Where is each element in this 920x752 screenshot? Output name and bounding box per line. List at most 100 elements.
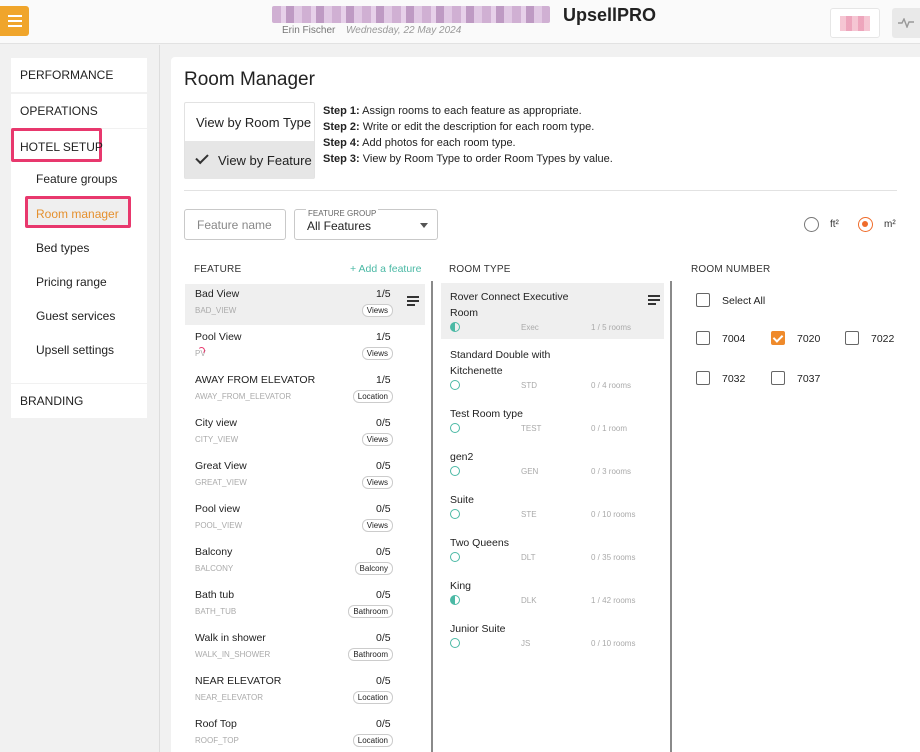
- feature-row[interactable]: Balcony BALCONY 0/5 Balcony: [185, 542, 425, 583]
- app-name: UpsellPRO: [563, 5, 657, 25]
- feature-row[interactable]: Pool view POOL_VIEW 0/5 Views: [185, 499, 425, 540]
- user-name: Erin Fischer: [282, 25, 336, 36]
- sidebar-item-feature-groups[interactable]: Feature groups: [36, 172, 117, 186]
- feature-name: Bad View: [195, 288, 240, 300]
- feature-count: 0/5: [376, 718, 391, 730]
- view-by-room-type-button[interactable]: View by Room Type: [185, 103, 314, 141]
- sidebar-item-guest-services[interactable]: Guest services: [36, 309, 115, 323]
- room-checkbox[interactable]: [771, 331, 785, 345]
- unit-ft-radio[interactable]: [804, 217, 819, 232]
- feature-code: GREAT_VIEW: [195, 478, 247, 487]
- room-checkbox[interactable]: [771, 371, 785, 385]
- hamburger-menu-icon[interactable]: [0, 6, 29, 36]
- feature-row[interactable]: Roof Top ROOF_TOP 0/5 Location: [185, 714, 425, 752]
- sidebar-item-bed-types[interactable]: Bed types: [36, 241, 89, 255]
- room-checkbox[interactable]: [696, 371, 710, 385]
- feature-group-label: FEATURE GROUP: [306, 209, 379, 218]
- current-date: Wednesday, 22 May 2024: [346, 25, 462, 36]
- room-type-rooms: 0 / 4 rooms: [591, 381, 632, 390]
- feature-code: ROOF_TOP: [195, 736, 239, 745]
- nav-operations[interactable]: OPERATIONS: [11, 94, 147, 128]
- room-type-row[interactable]: Standard Double with Kitchenette STD 0 /…: [441, 341, 664, 397]
- avatar[interactable]: [830, 8, 880, 38]
- empty-status-icon: [450, 423, 460, 433]
- feature-name: NEAR ELEVATOR: [195, 675, 282, 687]
- room-type-code: STD: [521, 381, 537, 390]
- partial-status-icon: [450, 595, 460, 605]
- feature-row[interactable]: AWAY FROM ELEVATOR AWAY_FROM_ELEVATOR 1/…: [185, 370, 425, 411]
- feature-row[interactable]: Bad View BAD_VIEW 1/5 Views: [185, 284, 425, 325]
- feature-count: 0/5: [376, 417, 391, 429]
- room-type-row[interactable]: Two Queens DLT 0 / 35 rooms: [441, 529, 664, 572]
- unit-m-radio[interactable]: [858, 217, 873, 232]
- column-divider: [431, 281, 433, 752]
- room-type-name: Two Queens: [450, 537, 509, 549]
- room-number-label: 7037: [797, 373, 821, 385]
- room-number-label: 7022: [871, 333, 895, 345]
- feature-code: NEAR_ELEVATOR: [195, 693, 264, 702]
- room-type-code: Exec: [521, 323, 539, 332]
- unit-m-label: m²: [884, 219, 896, 230]
- feature-name-input[interactable]: [184, 209, 286, 240]
- edit-list-icon[interactable]: [407, 296, 421, 308]
- feature-name: City view: [195, 417, 238, 429]
- room-type-code: TEST: [521, 424, 542, 433]
- feature-name: Balcony: [195, 546, 233, 558]
- sidebar-item-pricing-range[interactable]: Pricing range: [36, 275, 107, 289]
- feature-row[interactable]: Great View GREAT_VIEW 0/5 Views: [185, 456, 425, 497]
- select-all-checkbox[interactable]: [696, 293, 710, 307]
- room-type-row[interactable]: Junior Suite JS 0 / 10 rooms: [441, 615, 664, 658]
- room-type-rooms: 0 / 10 rooms: [591, 639, 636, 648]
- feature-group-badge: Location: [352, 691, 393, 704]
- feature-group-badge: Location: [352, 734, 393, 747]
- room-type-rooms: 1 / 42 rooms: [591, 596, 636, 605]
- empty-status-icon: [450, 466, 460, 476]
- feature-row[interactable]: Pool View PV 1/5 Views: [185, 327, 425, 368]
- step-line: Step 1: Assign rooms to each feature as …: [323, 105, 582, 117]
- sidebar-item-room-manager[interactable]: Room manager: [25, 196, 131, 228]
- top-bar: UpsellPRO Erin Fischer Wednesday, 22 May…: [0, 0, 920, 44]
- feature-row[interactable]: NEAR ELEVATOR NEAR_ELEVATOR 0/5 Location: [185, 671, 425, 712]
- room-type-row[interactable]: Test Room type TEST 0 / 1 room: [441, 400, 664, 443]
- feature-group-badge: Views: [361, 304, 393, 317]
- room-type-rooms: 0 / 10 rooms: [591, 510, 636, 519]
- feature-name: Roof Top: [195, 718, 237, 730]
- feature-row[interactable]: Walk in shower WALK_IN_SHOWER 0/5 Bathro…: [185, 628, 425, 669]
- view-by-feature-button[interactable]: View by Feature: [185, 141, 314, 179]
- room-type-name: Test Room type: [450, 408, 523, 420]
- room-type-row[interactable]: Suite STE 0 / 10 rooms: [441, 486, 664, 529]
- feature-group-badge: Bathroom: [348, 605, 393, 618]
- loading-spinner-icon: [198, 347, 205, 354]
- feature-count: 0/5: [376, 632, 391, 644]
- room-type-code: DLT: [521, 553, 536, 562]
- edit-list-icon[interactable]: [648, 295, 662, 307]
- room-type-name: Junior Suite: [450, 623, 506, 635]
- room-checkbox[interactable]: [696, 331, 710, 345]
- activity-pulse-icon[interactable]: [892, 8, 920, 38]
- feature-count: 1/5: [376, 288, 391, 300]
- empty-status-icon: [450, 638, 460, 648]
- add-feature-link[interactable]: + Add a feature: [350, 263, 422, 275]
- room-type-row[interactable]: Rover Connect Executive Room Exec 1 / 5 …: [441, 283, 664, 339]
- room-number-label: 7004: [722, 333, 746, 345]
- room-type-row[interactable]: gen2 GEN 0 / 3 rooms: [441, 443, 664, 486]
- feature-code: BALCONY: [195, 564, 234, 573]
- feature-count: 0/5: [376, 503, 391, 515]
- feature-group-badge: Location: [352, 390, 393, 403]
- sidebar-item-upsell-settings[interactable]: Upsell settings: [36, 343, 114, 357]
- feature-row[interactable]: City view CITY_VIEW 0/5 Views: [185, 413, 425, 454]
- nav-performance[interactable]: PERFORMANCE: [11, 58, 147, 92]
- room-checkbox[interactable]: [845, 331, 859, 345]
- feature-row[interactable]: Bath tub BATH_TUB 0/5 Bathroom: [185, 585, 425, 626]
- room-type-rooms: 0 / 3 rooms: [591, 467, 632, 476]
- main-panel: Room Manager View by Room Type View by F…: [171, 57, 920, 752]
- room-type-row[interactable]: King DLK 1 / 42 rooms: [441, 572, 664, 615]
- nav-branding[interactable]: BRANDING: [11, 384, 147, 418]
- nav-hotel-setup[interactable]: HOTEL SETUP: [20, 140, 103, 154]
- feature-group-select[interactable]: FEATURE GROUP All Features: [294, 209, 438, 240]
- feature-name: Pool view: [195, 503, 240, 515]
- page-title: Room Manager: [184, 69, 315, 90]
- feature-name: AWAY FROM ELEVATOR: [195, 374, 316, 386]
- chevron-down-icon: [420, 223, 428, 228]
- feature-column-header: FEATURE: [194, 264, 242, 275]
